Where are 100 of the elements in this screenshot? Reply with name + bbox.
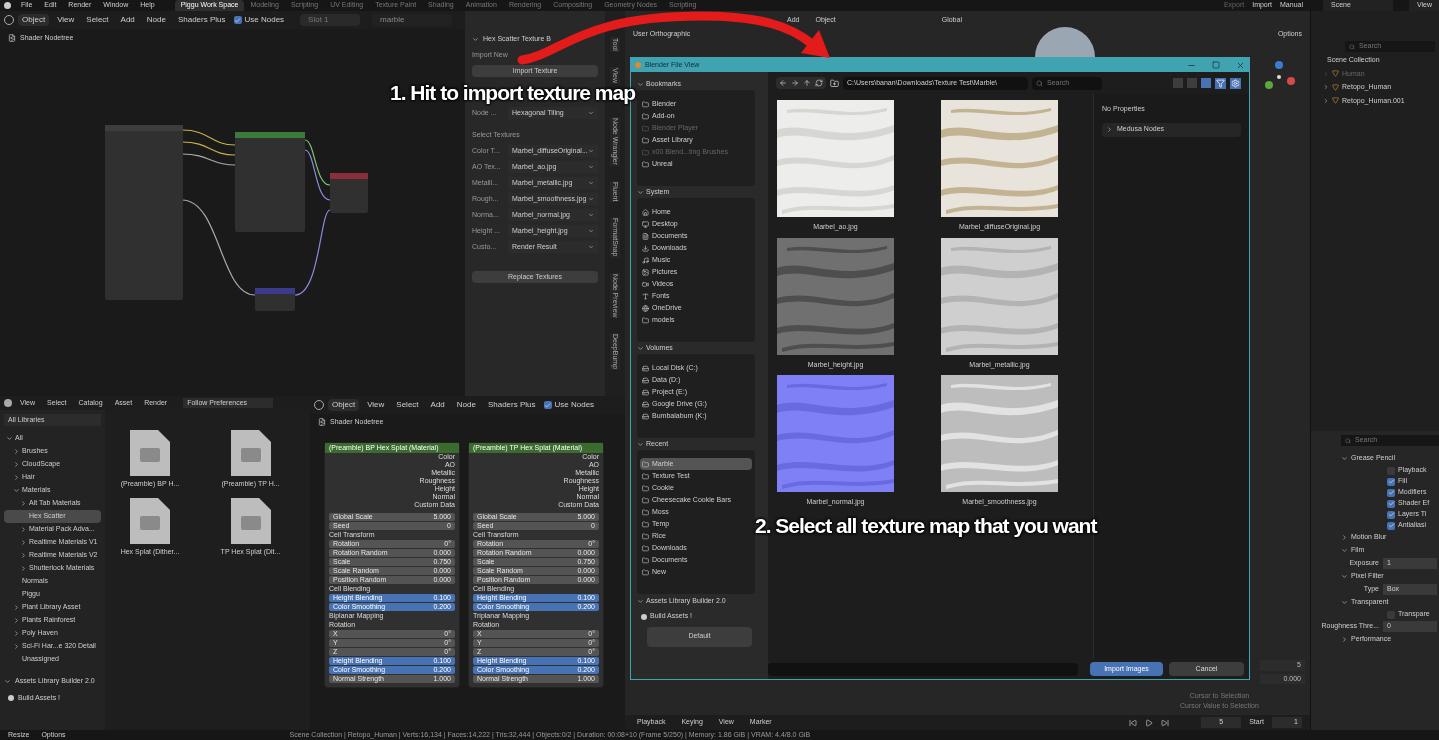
menu-item[interactable]: Node xyxy=(142,14,170,26)
chevron-icon[interactable] xyxy=(637,344,644,352)
menu-item[interactable]: Add xyxy=(116,14,139,26)
material-field[interactable]: marble xyxy=(372,14,453,26)
checkbox[interactable] xyxy=(1387,521,1395,530)
annotation: 2. Select all texture map that you want xyxy=(755,514,1097,538)
drive-icon xyxy=(642,412,649,420)
thumbnail-view-icon[interactable] xyxy=(1201,78,1211,88)
chevron-icon[interactable] xyxy=(13,630,20,637)
app-icon xyxy=(635,62,641,68)
drive-icon xyxy=(642,388,649,396)
chevron-icon xyxy=(588,164,594,170)
checkbox[interactable] xyxy=(543,401,552,409)
chevron-icon[interactable] xyxy=(6,435,13,442)
monitor-icon xyxy=(642,220,649,228)
chevron-icon[interactable] xyxy=(637,597,644,605)
filter-icon[interactable] xyxy=(1215,77,1226,89)
chevron-icon[interactable] xyxy=(20,552,27,559)
chevron-icon[interactable] xyxy=(472,35,479,43)
menu-item[interactable]: View xyxy=(363,399,389,411)
chevron-icon[interactable] xyxy=(1341,547,1348,554)
chevron-icon[interactable] xyxy=(637,440,644,448)
back-icon[interactable] xyxy=(779,79,787,87)
chevron-icon[interactable] xyxy=(13,604,20,611)
mode-dropdown[interactable]: Object xyxy=(328,399,360,411)
chevron-icon[interactable] xyxy=(1341,455,1348,462)
editor-type-icon[interactable] xyxy=(4,399,12,407)
folder-icon xyxy=(642,160,649,168)
node-shape[interactable] xyxy=(330,173,368,213)
checkbox-label: Use Nodes xyxy=(554,399,595,411)
chevron-icon[interactable] xyxy=(4,677,11,685)
chevron-icon[interactable] xyxy=(20,565,27,572)
menu-item[interactable]: Select xyxy=(82,14,113,26)
chevron-icon[interactable] xyxy=(13,643,20,650)
filename-field[interactable] xyxy=(768,662,1078,676)
chevron-icon[interactable] xyxy=(20,539,27,546)
menu-item[interactable]: View xyxy=(53,14,79,26)
node-wire xyxy=(181,153,236,166)
node-wire xyxy=(181,129,236,146)
chevron-icon[interactable] xyxy=(13,461,20,468)
mode-dropdown[interactable]: Object xyxy=(18,14,50,26)
folder-icon xyxy=(642,532,649,540)
document-icon xyxy=(642,232,649,240)
folder-icon xyxy=(642,556,649,564)
node-shape[interactable] xyxy=(105,125,183,300)
search-icon xyxy=(1345,437,1351,444)
chevron-icon[interactable] xyxy=(13,617,20,624)
checkbox[interactable] xyxy=(233,16,242,24)
node-shape[interactable] xyxy=(235,132,305,232)
chevron-icon[interactable] xyxy=(13,448,20,455)
chevron-icon[interactable] xyxy=(20,526,27,533)
globe-icon xyxy=(642,304,649,312)
play-icon[interactable] xyxy=(1145,718,1154,727)
drive-icon xyxy=(642,376,649,384)
node-shape[interactable] xyxy=(255,288,295,311)
search-icon xyxy=(1036,79,1043,87)
chevron-icon xyxy=(588,228,594,234)
menu-item[interactable]: Shaders Plus xyxy=(483,399,540,411)
jump-start-icon[interactable] xyxy=(1129,718,1138,727)
checkbox[interactable] xyxy=(1387,477,1395,486)
font-icon xyxy=(642,292,649,300)
parent-directory-icon[interactable] xyxy=(803,79,811,87)
drive-icon xyxy=(642,364,649,372)
chevron-icon[interactable] xyxy=(1341,573,1348,580)
image-icon xyxy=(642,268,649,276)
chevron-icon[interactable] xyxy=(13,487,20,494)
node-tree-icon xyxy=(8,34,16,42)
shader-node[interactable] xyxy=(324,442,460,688)
folder-icon xyxy=(642,136,649,144)
chevron-icon[interactable] xyxy=(1341,534,1348,541)
home-icon xyxy=(642,208,649,216)
folder-icon xyxy=(642,112,649,120)
menu-item[interactable]: Node xyxy=(452,399,480,411)
refresh-icon[interactable] xyxy=(815,79,823,87)
menu-item[interactable]: Shaders Plus xyxy=(173,14,230,26)
menu-item[interactable]: Select xyxy=(392,399,423,411)
drive-icon xyxy=(642,400,649,408)
forward-icon[interactable] xyxy=(791,79,799,87)
chevron-icon[interactable] xyxy=(1341,599,1348,606)
shader-node[interactable] xyxy=(468,442,604,688)
node-wire xyxy=(304,149,331,201)
chevron-icon[interactable] xyxy=(1341,636,1348,643)
new-folder-icon[interactable] xyxy=(830,78,839,88)
folder-icon xyxy=(642,316,649,324)
checkbox[interactable] xyxy=(1387,488,1395,497)
node-wire xyxy=(181,141,236,156)
folder-icon xyxy=(642,460,649,468)
chevron-icon[interactable] xyxy=(20,500,27,507)
close-icon[interactable] xyxy=(1236,60,1245,70)
chevron-icon[interactable] xyxy=(637,80,644,88)
chevron-icon[interactable] xyxy=(637,188,644,196)
checkbox[interactable] xyxy=(1387,510,1395,519)
settings-icon[interactable] xyxy=(1230,77,1241,89)
axis-gizmo[interactable] xyxy=(1265,61,1297,91)
menu-item[interactable]: Add xyxy=(426,399,449,411)
checkbox[interactable] xyxy=(1387,499,1395,508)
maximize-icon[interactable] xyxy=(1212,61,1220,69)
chevron-icon[interactable] xyxy=(13,474,20,481)
jump-end-icon[interactable] xyxy=(1161,718,1170,727)
chevron-icon xyxy=(588,212,594,218)
